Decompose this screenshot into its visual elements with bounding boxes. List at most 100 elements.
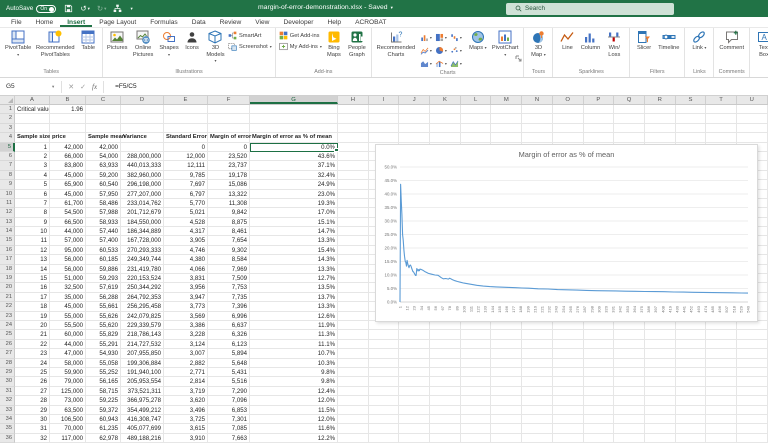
- cell-F19[interactable]: 7,509: [208, 274, 250, 283]
- maps-button[interactable]: Maps ▾: [467, 29, 489, 53]
- cell-I2[interactable]: [369, 114, 400, 123]
- cell-S25[interactable]: [676, 330, 707, 339]
- cell-I28[interactable]: [369, 359, 400, 368]
- cell-E33[interactable]: 3,496: [164, 406, 208, 415]
- cell-Q30[interactable]: [614, 377, 645, 386]
- cell-E7[interactable]: 12,111: [164, 161, 208, 170]
- column-header-J[interactable]: J: [399, 96, 430, 104]
- cell-D35[interactable]: 405,077,699: [121, 424, 164, 433]
- cell-D2[interactable]: [121, 114, 164, 123]
- row-header-20[interactable]: 20: [0, 283, 15, 292]
- slicer-button[interactable]: Slicer: [633, 29, 655, 53]
- row-header-17[interactable]: 17: [0, 255, 15, 264]
- cell-C16[interactable]: 60,533: [86, 246, 121, 255]
- tab-view[interactable]: View: [248, 17, 276, 27]
- cell-R29[interactable]: [645, 368, 676, 377]
- cell-O25[interactable]: [553, 330, 584, 339]
- cell-S2[interactable]: [676, 114, 707, 123]
- chart-column-button[interactable]: ▾: [420, 31, 434, 43]
- cell-H31[interactable]: [338, 387, 369, 396]
- cell-A29[interactable]: 25: [15, 368, 50, 377]
- cell-C7[interactable]: 63,933: [86, 161, 121, 170]
- cell-F5[interactable]: 0: [208, 143, 250, 152]
- cell-C18[interactable]: 59,886: [86, 265, 121, 274]
- cell-M31[interactable]: [491, 387, 522, 396]
- cell-C6[interactable]: 54,000: [86, 152, 121, 161]
- cell-F23[interactable]: 6,996: [208, 312, 250, 321]
- cell-D31[interactable]: 373,521,311: [121, 387, 164, 396]
- cell-C26[interactable]: 55,291: [86, 340, 121, 349]
- cell-G9[interactable]: 24.9%: [250, 180, 338, 189]
- cell-L25[interactable]: [461, 330, 492, 339]
- cell-P30[interactable]: [584, 377, 615, 386]
- column-header-H[interactable]: H: [338, 96, 369, 104]
- row-header-36[interactable]: 36: [0, 434, 15, 443]
- tab-file[interactable]: File: [4, 17, 29, 27]
- column-header-U[interactable]: U: [737, 96, 768, 104]
- cell-A32[interactable]: 28: [15, 396, 50, 405]
- cell-S30[interactable]: [676, 377, 707, 386]
- cell-B21[interactable]: 35,000: [50, 293, 86, 302]
- cell-E36[interactable]: 3,910: [164, 434, 208, 443]
- cell-P4[interactable]: [584, 133, 615, 142]
- cell-U4[interactable]: [737, 133, 768, 142]
- cell-J34[interactable]: [399, 415, 430, 424]
- cell-G25[interactable]: 11.3%: [250, 330, 338, 339]
- cell-A30[interactable]: 26: [15, 377, 50, 386]
- cell-I31[interactable]: [369, 387, 400, 396]
- cell-N33[interactable]: [522, 406, 553, 415]
- cell-K3[interactable]: [430, 124, 461, 133]
- cell-E6[interactable]: 12,000: [164, 152, 208, 161]
- cell-J36[interactable]: [399, 434, 430, 443]
- cell-U35[interactable]: [737, 424, 768, 433]
- cell-I35[interactable]: [369, 424, 400, 433]
- cell-S29[interactable]: [676, 368, 707, 377]
- table-button[interactable]: Table: [77, 29, 99, 53]
- cell-L32[interactable]: [461, 396, 492, 405]
- cell-L3[interactable]: [461, 124, 492, 133]
- row-header-30[interactable]: 30: [0, 377, 15, 386]
- cell-B24[interactable]: 55,500: [50, 321, 86, 330]
- cell-F28[interactable]: 5,648: [208, 359, 250, 368]
- cell-S34[interactable]: [676, 415, 707, 424]
- cell-H9[interactable]: [338, 180, 369, 189]
- row-header-7[interactable]: 7: [0, 161, 15, 170]
- cell-H30[interactable]: [338, 377, 369, 386]
- cell-R27[interactable]: [645, 349, 676, 358]
- cell-H17[interactable]: [338, 255, 369, 264]
- cell-R28[interactable]: [645, 359, 676, 368]
- cell-A9[interactable]: 5: [15, 180, 50, 189]
- cell-N32[interactable]: [522, 396, 553, 405]
- cell-P3[interactable]: [584, 124, 615, 133]
- cell-P35[interactable]: [584, 424, 615, 433]
- cell-B15[interactable]: 57,000: [50, 236, 86, 245]
- cell-I30[interactable]: [369, 377, 400, 386]
- cell-P33[interactable]: [584, 406, 615, 415]
- cell-H14[interactable]: [338, 227, 369, 236]
- tab-home[interactable]: Home: [29, 17, 61, 27]
- cell-A34[interactable]: 30: [15, 415, 50, 424]
- cell-D18[interactable]: 231,419,780: [121, 265, 164, 274]
- cell-D11[interactable]: 233,014,762: [121, 199, 164, 208]
- cell-H1[interactable]: [338, 105, 369, 114]
- row-header-28[interactable]: 28: [0, 359, 15, 368]
- cell-F8[interactable]: 19,178: [208, 171, 250, 180]
- cell-B23[interactable]: 55,000: [50, 312, 86, 321]
- cell-A31[interactable]: 27: [15, 387, 50, 396]
- cell-G14[interactable]: 14.7%: [250, 227, 338, 236]
- cell-H6[interactable]: [338, 152, 369, 161]
- cell-R31[interactable]: [645, 387, 676, 396]
- cell-L27[interactable]: [461, 349, 492, 358]
- cell-D14[interactable]: 186,344,889: [121, 227, 164, 236]
- cell-D20[interactable]: 250,344,292: [121, 283, 164, 292]
- cell-K4[interactable]: [430, 133, 461, 142]
- cell-H8[interactable]: [338, 171, 369, 180]
- cell-D24[interactable]: 229,339,579: [121, 321, 164, 330]
- cell-B3[interactable]: [50, 124, 86, 133]
- cell-G15[interactable]: 13.3%: [250, 236, 338, 245]
- cell-B6[interactable]: 66,000: [50, 152, 86, 161]
- cell-B18[interactable]: 56,000: [50, 265, 86, 274]
- cell-C31[interactable]: 58,715: [86, 387, 121, 396]
- cell-E29[interactable]: 2,771: [164, 368, 208, 377]
- cell-U36[interactable]: [737, 434, 768, 443]
